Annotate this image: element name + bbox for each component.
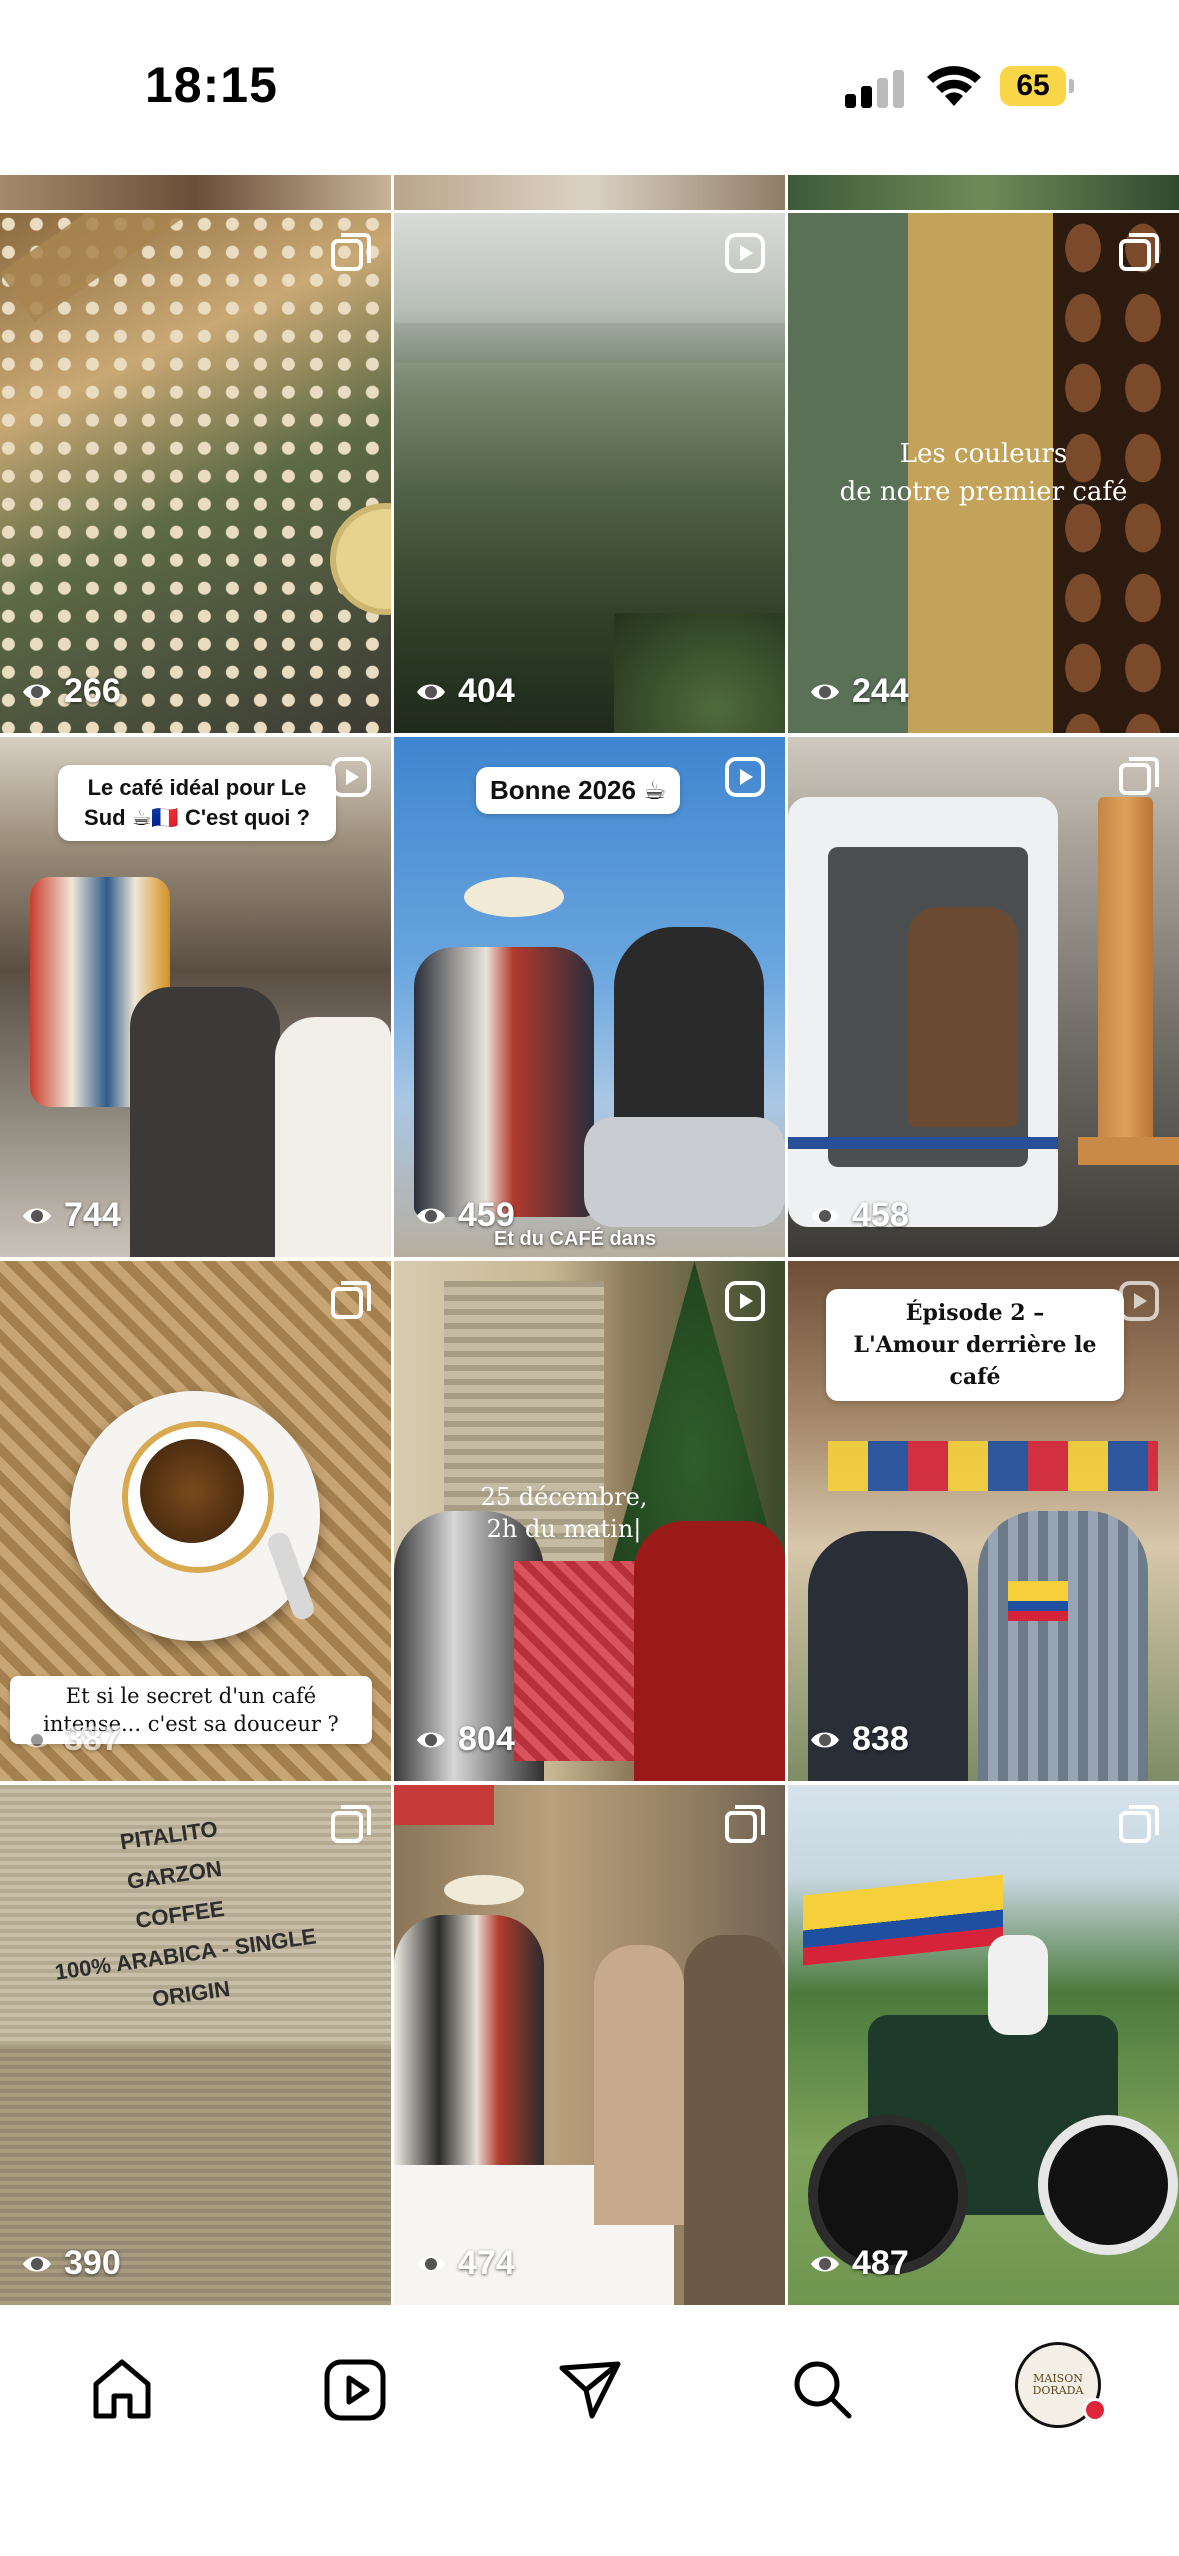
tab-direct-messages[interactable] [545,2345,635,2435]
reel-icon [725,233,765,273]
wifi-icon [927,66,981,106]
post-tile[interactable]: PITALITO GARZON COFFEE 100% ARABICA - SI… [0,1785,391,2305]
views-icon [417,684,445,699]
views-icon [811,2256,839,2271]
post-tile[interactable]: 25 décembre, 2h du matin| 804 [394,1261,785,1781]
view-count: 474 [414,2244,515,2283]
battery-icon: 65 [1000,66,1074,106]
post-caption-bubble: Épisode 2 – L'Amour derrière le café [826,1289,1124,1401]
status-time: 18:15 [145,57,278,113]
post-tile[interactable]: 487 [788,1785,1179,2305]
views-icon [417,1208,445,1223]
reels-icon [324,2359,386,2421]
post-tile[interactable]: Et si le secret d'un café intense... c'e… [0,1261,391,1781]
post-tile[interactable]: 404 [394,213,785,733]
views-icon [417,1732,445,1747]
carousel-icon [1119,233,1159,271]
views-icon [811,1732,839,1747]
profile-grid: 266 404 Les couleurs de notre premier ca… [0,175,1179,2305]
reel-icon [1119,1281,1159,1321]
views-icon [811,1208,839,1223]
view-count: 266 [20,672,121,711]
view-count: 487 [808,2244,909,2283]
bottom-tab-bar [0,2305,1179,2556]
views-icon [23,1732,51,1747]
carousel-icon [1119,1805,1159,1843]
post-overlay-text: 25 décembre, 2h du matin| [480,1483,648,1543]
search-icon [794,2361,852,2419]
post-tile[interactable]: Le café idéal pour Le Sud ☕🇫🇷 C'est quoi… [0,737,391,1257]
tab-reels[interactable] [310,2345,400,2435]
tab-search[interactable] [778,2345,868,2435]
carousel-icon [1119,757,1159,795]
reel-icon [725,1281,765,1321]
view-count: 838 [808,1720,909,1759]
post-subtitle: Et du CAFÉ dans [494,1228,657,1250]
cellular-signal-icon [845,68,905,108]
post-tile[interactable]: 474 [394,1785,785,2305]
post-tile[interactable]: Épisode 2 – L'Amour derrière le café 838 [788,1261,1179,1781]
reel-icon [725,757,765,797]
views-icon [23,1208,51,1223]
post-caption-bubble: Bonne 2026 ☕ [476,767,681,814]
battery-level: 65 [1016,69,1050,102]
view-count: 804 [414,1720,515,1759]
views-icon [811,684,839,699]
view-count: 744 [20,1196,121,1235]
post-overlay-text: Les couleurs de notre premier café [839,439,1128,507]
post-tile[interactable]: 458 [788,737,1179,1257]
post-tile[interactable]: Les couleurs de notre premier café 244 [788,213,1179,733]
view-count: 387 [20,1720,121,1759]
home-icon [93,2359,151,2419]
post-tile[interactable]: 266 [0,213,391,733]
notification-dot [1083,2398,1107,2422]
views-icon [417,2256,445,2271]
carousel-icon [331,233,371,271]
previous-row-strip [0,175,391,210]
previous-row-strip [788,175,1179,210]
view-count: 404 [414,672,515,711]
view-count: 458 [808,1196,909,1235]
status-bar: 18:15 65 [0,0,1179,175]
carousel-icon [331,1805,371,1843]
post-caption-bubble: Le café idéal pour Le Sud ☕🇫🇷 C'est quoi… [58,765,336,841]
views-icon [23,684,51,699]
view-count: 459 [414,1196,515,1235]
carousel-icon [331,1281,371,1319]
post-tile[interactable]: Bonne 2026 ☕ Et du CAFÉ dans 459 [394,737,785,1257]
tab-home[interactable] [77,2345,167,2435]
carousel-icon [725,1805,765,1843]
view-count: 390 [20,2244,121,2283]
previous-row-strip [394,175,785,210]
reel-icon [331,757,371,797]
view-count: 244 [808,672,909,711]
direct-message-icon [559,2361,621,2419]
views-icon [23,2256,51,2271]
